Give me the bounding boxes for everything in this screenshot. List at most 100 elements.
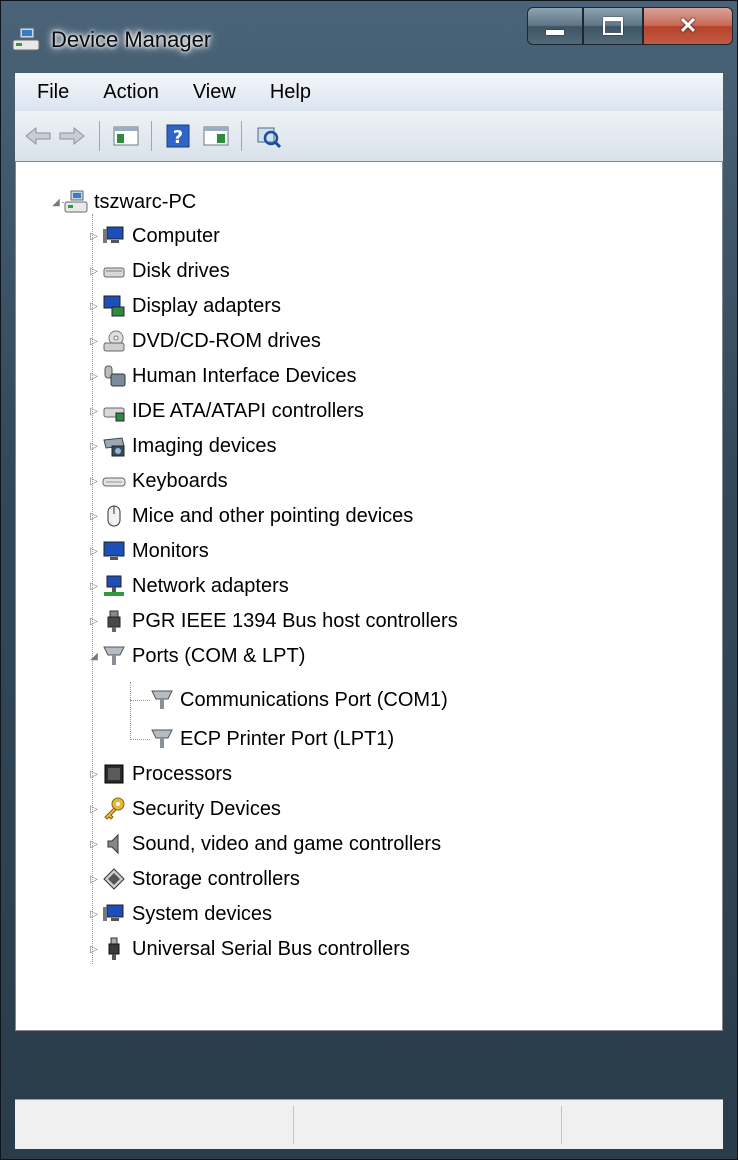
window-title: Device Manager — [51, 27, 212, 52]
mouse-icon — [107, 505, 121, 527]
tree-category[interactable]: ▷ Network adapters — [86, 570, 289, 602]
tree-category[interactable]: ▷ Human Interface Devices — [86, 360, 357, 392]
system-device-icon — [103, 904, 124, 921]
show-hide-console-tree-button[interactable] — [111, 121, 141, 151]
help-icon: ? — [166, 124, 190, 148]
tree-category-label: Sound, video and game controllers — [132, 832, 442, 855]
svg-text:?: ? — [173, 127, 183, 148]
expand-icon[interactable]: ▷ — [86, 298, 102, 314]
menu-file[interactable]: File — [15, 81, 85, 104]
tree-category-label: Monitors — [132, 539, 209, 562]
tree-category-label: IDE ATA/ATAPI controllers — [132, 399, 364, 422]
device-tree[interactable]: ◢ tszwarc-PC ▷ Computer ▷ Disk drives ▷ … — [15, 161, 723, 1031]
expand-icon[interactable]: ▷ — [86, 613, 102, 629]
tree-root-node[interactable]: ◢ tszwarc-PC — [48, 186, 196, 218]
tree-category-label: Keyboards — [132, 469, 228, 492]
back-button[interactable] — [23, 121, 53, 151]
expand-icon[interactable]: ▷ — [86, 578, 102, 594]
storage-controller-icon — [103, 868, 125, 890]
expand-icon[interactable]: ▷ — [86, 508, 102, 524]
expand-icon[interactable]: ▷ — [86, 333, 102, 349]
expand-icon[interactable]: ▷ — [86, 438, 102, 454]
tree-category[interactable]: ▷ System devices — [86, 898, 272, 930]
port-icon — [151, 729, 173, 748]
forward-button[interactable] — [57, 121, 87, 151]
tree-category[interactable]: ▷ Disk drives — [86, 255, 230, 287]
tree-category-label: Disk drives — [132, 259, 230, 282]
tree-category[interactable]: ▷ Security Devices — [86, 793, 281, 825]
tree-category-label: Imaging devices — [132, 434, 277, 457]
expand-icon[interactable]: ▷ — [86, 543, 102, 559]
action-pane-button[interactable] — [201, 121, 231, 151]
back-icon — [25, 126, 51, 146]
port-icon — [103, 646, 125, 665]
close-button[interactable]: ✕ — [643, 7, 733, 45]
show-hide-console-tree-icon — [113, 126, 139, 146]
expand-icon[interactable]: ▷ — [86, 228, 102, 244]
expand-icon[interactable]: ▷ — [86, 473, 102, 489]
tree-device-label: Communications Port (COM1) — [180, 688, 448, 711]
computer-icon — [103, 226, 124, 243]
tree-category[interactable]: ▷ DVD/CD-ROM drives — [86, 325, 321, 357]
help-button[interactable]: ? — [163, 121, 193, 151]
tree-category[interactable]: ▷ Mice and other pointing devices — [86, 500, 413, 532]
tree-category[interactable]: ▷ Storage controllers — [86, 863, 300, 895]
tree-category-expanded[interactable]: ◢ Ports (COM & LPT) — [86, 640, 305, 672]
tree-device[interactable]: Communications Port (COM1) — [150, 684, 448, 716]
keyboard-icon — [102, 477, 126, 487]
tree-connector — [130, 682, 131, 740]
tree-category[interactable]: ▷ Keyboards — [86, 465, 228, 497]
collapse-icon[interactable]: ◢ — [48, 194, 64, 210]
processor-icon — [104, 764, 124, 784]
close-icon: ✕ — [678, 13, 698, 38]
tree-category-label: Processors — [132, 762, 233, 785]
collapse-icon[interactable]: ◢ — [86, 648, 102, 664]
tree-category[interactable]: ▷ Display adapters — [86, 290, 281, 322]
tree-category[interactable]: ▷ Sound, video and game controllers — [86, 828, 441, 860]
tree-category-label: Storage controllers — [132, 867, 300, 890]
expand-icon[interactable]: ▷ — [86, 941, 102, 957]
tree-category[interactable]: ▷ IDE ATA/ATAPI controllers — [86, 395, 364, 427]
menu-help[interactable]: Help — [252, 81, 327, 104]
tree-connector — [130, 739, 150, 740]
menu-action[interactable]: Action — [85, 81, 175, 104]
tree-category-label: System devices — [132, 902, 273, 925]
tree-device[interactable]: ECP Printer Port (LPT1) — [150, 723, 394, 755]
tree-category-label: Mice and other pointing devices — [132, 504, 414, 527]
key-icon — [104, 797, 125, 820]
expand-icon[interactable]: ▷ — [86, 801, 102, 817]
expand-icon[interactable]: ▷ — [86, 263, 102, 279]
title-bar[interactable]: Device Manager ✕ — [1, 1, 738, 73]
device-manager-app-icon — [12, 27, 40, 51]
expand-icon[interactable]: ▷ — [86, 871, 102, 887]
scan-hardware-icon — [257, 127, 281, 148]
tree-root-label: tszwarc-PC — [94, 190, 197, 213]
expand-icon[interactable]: ▷ — [86, 906, 102, 922]
menu-view[interactable]: View — [175, 81, 252, 104]
status-bar-divider — [293, 1106, 294, 1144]
maximize-button[interactable] — [583, 7, 643, 45]
tree-category-label: Network adapters — [132, 574, 289, 597]
tree-category-label: Universal Serial Bus controllers — [132, 937, 410, 960]
minimize-button[interactable] — [527, 7, 583, 45]
scan-hardware-button[interactable] — [253, 121, 283, 151]
tree-category-label: Display adapters — [132, 294, 281, 317]
tree-category[interactable]: ▷ Computer — [86, 220, 220, 252]
menu-bar: File Action View Help — [15, 73, 723, 111]
caption-buttons: ✕ — [527, 7, 733, 45]
forward-icon — [59, 126, 85, 146]
toolbar: ? — [15, 111, 723, 162]
toolbar-separator — [241, 121, 242, 151]
action-pane-icon — [203, 126, 229, 146]
tree-category[interactable]: ▷ Monitors — [86, 535, 209, 567]
tree-category[interactable]: ▷ Universal Serial Bus controllers — [86, 933, 410, 965]
status-bar — [15, 1099, 723, 1149]
expand-icon[interactable]: ▷ — [86, 403, 102, 419]
expand-icon[interactable]: ▷ — [86, 766, 102, 782]
tree-category[interactable]: ▷ Imaging devices — [86, 430, 277, 462]
tree-category[interactable]: ▷ Processors — [86, 758, 232, 790]
expand-icon[interactable]: ▷ — [86, 836, 102, 852]
tree-category[interactable]: ▷ PGR IEEE 1394 Bus host controllers — [86, 605, 458, 637]
expand-icon[interactable]: ▷ — [86, 368, 102, 384]
toolbar-separator — [99, 121, 100, 151]
